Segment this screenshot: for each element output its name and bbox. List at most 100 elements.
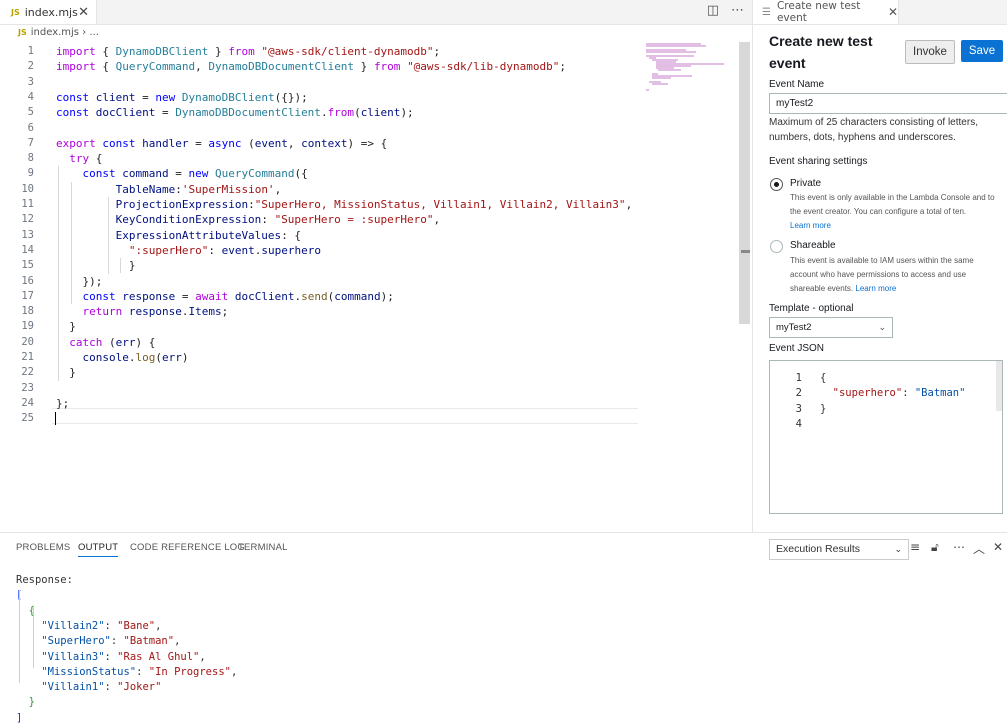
json-code-line[interactable]: { xyxy=(820,371,826,386)
line-number: 23 xyxy=(21,381,34,394)
indent-guide xyxy=(19,590,20,683)
code-text: export const handler = async (event, con… xyxy=(56,136,388,150)
indent-guide xyxy=(108,197,109,274)
chevron-down-icon: ⌄ xyxy=(894,544,902,554)
code-text: } xyxy=(56,259,136,273)
shareable-radio[interactable] xyxy=(770,240,783,253)
code-text: ExpressionAttributeValues: { xyxy=(115,228,302,242)
code-line[interactable]: 11 ProjectionExpression:"SuperHero, Miss… xyxy=(0,197,636,212)
output-channel-select[interactable]: Execution Results ⌄ xyxy=(769,539,909,560)
code-line[interactable]: 6 xyxy=(0,121,636,136)
line-number: 22 xyxy=(21,366,34,379)
code-line[interactable]: 22 } xyxy=(0,365,636,380)
minimap[interactable] xyxy=(646,42,736,92)
more-actions-icon[interactable]: ⋯ xyxy=(731,3,744,18)
code-line[interactable]: 19 } xyxy=(0,319,636,334)
line-number: 24 xyxy=(21,396,34,409)
code-line[interactable]: 3 xyxy=(0,75,636,90)
shareable-description: This event is available to IAM users wit… xyxy=(790,254,995,296)
code-line[interactable]: 16 }); xyxy=(0,274,636,289)
code-line[interactable]: 18 return response.Items; xyxy=(0,304,636,319)
code-line[interactable]: 10 TableName:'SuperMission', xyxy=(0,182,636,197)
line-number: 17 xyxy=(21,289,34,302)
code-line[interactable]: 1 import { DynamoDBClient } from "@aws-sd… xyxy=(0,44,636,59)
split-editor-icon[interactable]: ◫ xyxy=(707,3,719,18)
line-number: 9 xyxy=(27,167,34,180)
panel-title: Create new test event xyxy=(769,33,873,71)
template-select[interactable]: myTest2 ⌄ xyxy=(769,317,893,338)
invoke-button[interactable]: Invoke xyxy=(905,40,955,64)
event-name-hint: Maximum of 25 characters consisting of l… xyxy=(769,117,978,143)
code-text: const client = new DynamoDBClient({}); xyxy=(56,90,308,104)
code-line[interactable]: 17 const response = await docClient.send… xyxy=(0,289,636,304)
more-actions-icon[interactable]: ⋯ xyxy=(953,540,965,554)
code-line[interactable]: 9 const command = new QueryCommand({ xyxy=(0,166,636,181)
close-tab-icon[interactable]: ✕ xyxy=(888,5,898,19)
tab-index-mjs[interactable]: JS index.mjs ✕ xyxy=(0,0,97,24)
learn-more-link[interactable]: Learn more xyxy=(855,284,896,293)
template-value: myTest2 xyxy=(776,322,812,333)
code-line[interactable]: 25 xyxy=(0,411,636,426)
json-code-line[interactable]: "superhero": "Batman" xyxy=(820,386,966,401)
code-text: const response = await docClient.send(co… xyxy=(82,289,394,303)
tab-create-test-event[interactable]: ☰ Create new test event ✕ xyxy=(753,0,899,24)
output-line: ] xyxy=(16,711,23,724)
editor-tab-bar: JS index.mjs ✕ ◫ ⋯ xyxy=(0,0,752,25)
code-line[interactable]: 21 console.log(err) xyxy=(0,350,636,365)
indent-guide xyxy=(71,181,72,305)
json-line-number: 2 xyxy=(795,387,802,400)
private-radio[interactable] xyxy=(770,178,783,191)
shareable-label: Shareable xyxy=(790,240,836,251)
output-line: "Villain3": "Ras Al Ghul", xyxy=(41,650,206,663)
test-event-tab-bar: ☰ Create new test event ✕ xyxy=(753,0,1007,25)
output-line: "Villain1": "Joker" xyxy=(41,681,162,694)
close-tab-icon[interactable]: ✕ xyxy=(78,5,89,20)
code-line[interactable]: 7 export const handler = async (event, co… xyxy=(0,136,636,151)
lock-scroll-icon[interactable]: 🔓︎ xyxy=(931,540,939,555)
breadcrumb-file[interactable]: index.mjs xyxy=(31,27,79,38)
code-line[interactable]: 2 import { QueryCommand, DynamoDBDocument… xyxy=(0,59,636,74)
editor-scroll-marker xyxy=(741,250,750,253)
code-line[interactable]: 23 xyxy=(0,381,636,396)
breadcrumb: JS index.mjs › ... xyxy=(18,27,99,38)
close-panel-icon[interactable]: ✕ xyxy=(993,540,1003,554)
code-line[interactable]: 12 KeyConditionExpression: "SuperHero = … xyxy=(0,212,636,227)
code-line[interactable]: 14 ":superHero": event.superhero xyxy=(0,243,636,258)
code-line[interactable]: 24}; xyxy=(0,396,636,411)
code-text: const command = new QueryCommand({ xyxy=(82,167,308,181)
line-number: 13 xyxy=(21,228,34,241)
code-line[interactable]: 13 ExpressionAttributeValues: { xyxy=(0,228,636,243)
indent-guide xyxy=(33,605,34,668)
tab-code-reference-log[interactable]: CODE REFERENCE LOG xyxy=(130,542,245,553)
tab-output[interactable]: OUTPUT xyxy=(78,542,119,557)
event-json-editor[interactable]: 1 {2 "superhero": "Batman" 3} 4 xyxy=(769,360,1003,514)
code-line[interactable]: 8 try { xyxy=(0,151,636,166)
json-scrollbar[interactable] xyxy=(996,361,1002,411)
code-line[interactable]: 5 const docClient = DynamoDBDocumentClien… xyxy=(0,105,636,120)
breadcrumb-symbols[interactable]: ... xyxy=(89,27,99,38)
javascript-file-icon: JS xyxy=(11,7,20,17)
code-text: ":superHero": event.superhero xyxy=(128,243,321,257)
code-line[interactable]: 15 } xyxy=(0,258,636,273)
line-number: 19 xyxy=(21,320,34,333)
tab-terminal[interactable]: TERMINAL xyxy=(238,542,288,553)
code-editor[interactable]: 1 import { DynamoDBClient } from "@aws-sd… xyxy=(0,42,752,532)
editor-scrollbar[interactable] xyxy=(739,42,750,324)
json-code-line[interactable]: } xyxy=(820,402,826,417)
event-name-input[interactable]: myTest2 xyxy=(769,93,1007,114)
private-desc-text: This event is only available in the Lamb… xyxy=(790,193,995,216)
tab-problems[interactable]: PROBLEMS xyxy=(16,542,70,553)
code-text: import { QueryCommand, DynamoDBDocumentC… xyxy=(56,60,567,74)
code-line[interactable]: 20 catch (err) { xyxy=(0,335,636,350)
chevron-right-icon: › xyxy=(82,27,87,38)
code-text: }; xyxy=(56,396,70,410)
learn-more-link[interactable]: Learn more xyxy=(790,221,831,230)
save-button[interactable]: Save xyxy=(961,40,1003,62)
clear-output-icon[interactable]: ≡ xyxy=(910,540,920,554)
line-number: 3 xyxy=(27,75,34,88)
private-description: This event is only available in the Lamb… xyxy=(790,191,995,233)
code-line[interactable]: 4 const client = new DynamoDBClient({}); xyxy=(0,90,636,105)
output-line: Response: xyxy=(16,574,73,586)
maximize-panel-icon[interactable]: ︿ xyxy=(973,540,985,557)
code-text: try { xyxy=(69,152,103,166)
